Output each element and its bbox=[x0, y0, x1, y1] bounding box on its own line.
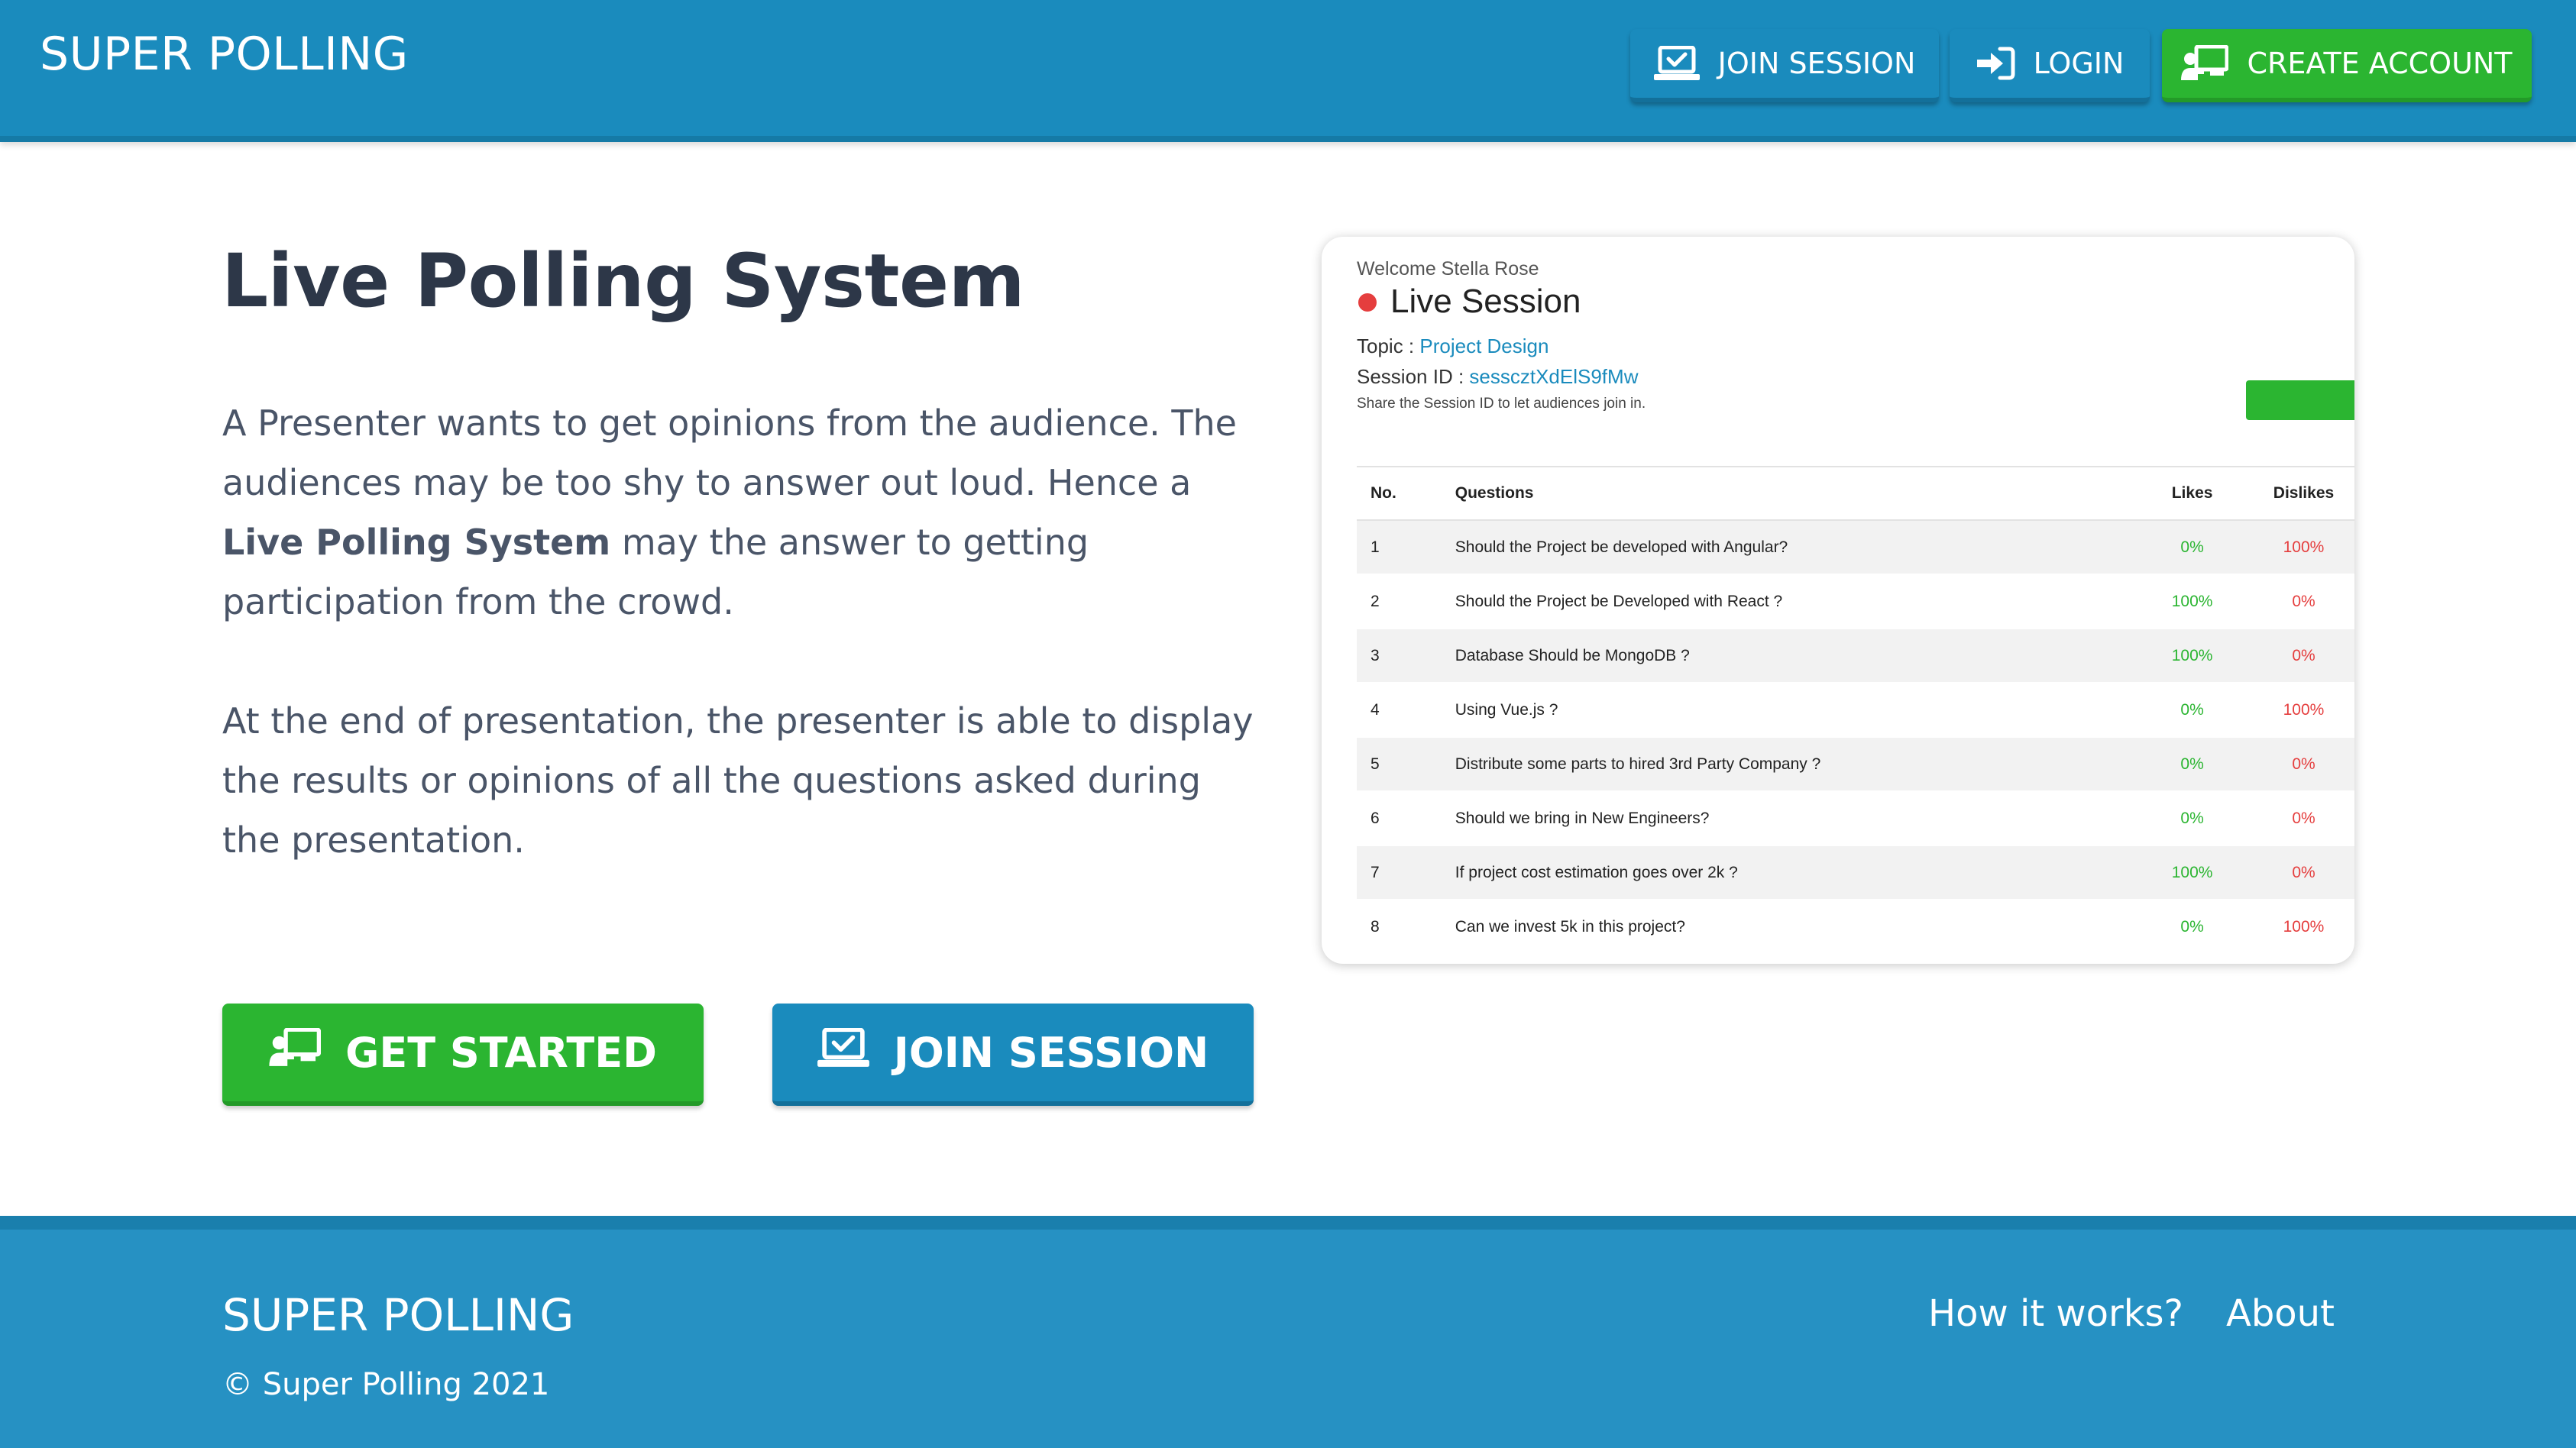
cell-dislikes: 0% bbox=[2241, 791, 2354, 846]
cell-likes: 0% bbox=[2142, 520, 2242, 575]
footer: SUPER POLLING © Super Polling 2021 How i… bbox=[0, 1216, 2576, 1448]
cell-likes: 100% bbox=[2142, 845, 2242, 900]
sign-in-icon bbox=[1976, 47, 2015, 80]
preview-topic-value: Project Design bbox=[1419, 335, 1549, 357]
cell-no: 4 bbox=[1357, 683, 1455, 738]
nav-join-session-label: JOIN SESSION bbox=[1717, 47, 1916, 80]
cell-dislikes: 0% bbox=[2241, 737, 2354, 792]
cell-no: 6 bbox=[1357, 791, 1455, 846]
presenter-board-icon bbox=[269, 1026, 322, 1078]
cell-dislikes: 0% bbox=[2241, 845, 2354, 900]
footer-link-how-it-works[interactable]: How it works? bbox=[1928, 1292, 2183, 1335]
cell-likes: 0% bbox=[2142, 737, 2242, 792]
preview-session-id: Session ID : sesscztXdElS9fMw bbox=[1357, 365, 1638, 389]
cell-no: 1 bbox=[1357, 520, 1455, 575]
laptop-check-icon bbox=[817, 1026, 869, 1078]
cell-likes: 0% bbox=[2142, 791, 2242, 846]
cell-question: Distribute some parts to hired 3rd Party… bbox=[1455, 737, 2143, 792]
table-row: 5 Distribute some parts to hired 3rd Part… bbox=[1357, 737, 2354, 792]
join-session-label: JOIN SESSION bbox=[893, 1028, 1209, 1077]
preview-session-label: Session ID : bbox=[1357, 365, 1464, 388]
column-header-questions: Questions bbox=[1455, 466, 2143, 521]
presenter-board-icon bbox=[2181, 45, 2229, 82]
column-header-dislikes: Dislikes bbox=[2241, 466, 2354, 521]
preview-questions-table: No. Questions Likes Dislikes 1 Should the… bbox=[1357, 466, 2354, 955]
cell-no: 2 bbox=[1357, 574, 1455, 629]
cell-no: 5 bbox=[1357, 737, 1455, 792]
nav-login-label: LOGIN bbox=[2033, 47, 2125, 80]
nav-join-session-button[interactable]: JOIN SESSION bbox=[1630, 29, 1939, 102]
table-row: 7 If project cost estimation goes over 2k… bbox=[1357, 845, 2354, 900]
cell-question: Using Vue.js ? bbox=[1455, 683, 2143, 738]
table-row: 8 Can we invest 5k in this project? 0% 100% bbox=[1357, 900, 2354, 955]
preview-session-value: sesscztXdElS9fMw bbox=[1469, 365, 1639, 388]
get-started-label: GET STARTED bbox=[345, 1028, 657, 1077]
cell-likes: 0% bbox=[2142, 683, 2242, 738]
cell-question: Database Should be MongoDB ? bbox=[1455, 629, 2143, 684]
live-session-preview-image: Welcome Stella Rose Live Session Topic :… bbox=[1322, 237, 2354, 964]
footer-link-about[interactable]: About bbox=[2226, 1292, 2335, 1335]
table-row: 2 Should the Project be Developed with Re… bbox=[1357, 574, 2354, 629]
join-session-button[interactable]: JOIN SESSION bbox=[772, 1004, 1254, 1106]
live-indicator-dot bbox=[1358, 293, 1377, 312]
get-started-button[interactable]: GET STARTED bbox=[222, 1004, 704, 1106]
table-header-row: No. Questions Likes Dislikes bbox=[1357, 466, 2354, 521]
cell-question: Should the Project be Developed with Rea… bbox=[1455, 574, 2143, 629]
table-row: 1 Should the Project be developed with An… bbox=[1357, 520, 2354, 575]
preview-topic: Topic : Project Design bbox=[1357, 335, 1549, 358]
preview-welcome-text: Welcome Stella Rose bbox=[1357, 258, 1539, 280]
table-row: 6 Should we bring in New Engineers? 0% 0% bbox=[1357, 791, 2354, 846]
footer-brand: SUPER POLLING bbox=[222, 1289, 574, 1341]
cell-question: If project cost estimation goes over 2k … bbox=[1455, 845, 2143, 900]
cell-likes: 0% bbox=[2142, 900, 2242, 955]
hero-description-1-start: A Presenter wants to get opinions from t… bbox=[222, 402, 1237, 503]
top-navbar: SUPER POLLING JOIN SESSION LOGIN CREATE … bbox=[0, 0, 2576, 142]
preview-share-note: Share the Session ID to let audiences jo… bbox=[1357, 396, 1646, 412]
cell-no: 7 bbox=[1357, 845, 1455, 900]
hero-description-1: A Presenter wants to get opinions from t… bbox=[222, 393, 1261, 632]
cell-no: 3 bbox=[1357, 629, 1455, 684]
cell-question: Can we invest 5k in this project? bbox=[1455, 900, 2143, 955]
footer-copyright: © Super Polling 2021 bbox=[222, 1367, 550, 1402]
cell-no: 8 bbox=[1357, 900, 1455, 955]
table-row: 4 Using Vue.js ? 0% 100% bbox=[1357, 683, 2354, 738]
brand-logo-text[interactable]: SUPER POLLING bbox=[40, 27, 409, 81]
nav-login-button[interactable]: LOGIN bbox=[1950, 29, 2150, 102]
hero-title: Live Polling System bbox=[222, 238, 1025, 324]
nav-create-account-button[interactable]: CREATE ACCOUNT bbox=[2162, 29, 2532, 102]
cell-dislikes: 0% bbox=[2241, 574, 2354, 629]
cell-dislikes: 100% bbox=[2241, 520, 2354, 575]
cell-question: Should we bring in New Engineers? bbox=[1455, 791, 2143, 846]
nav-create-account-label: CREATE ACCOUNT bbox=[2247, 47, 2513, 80]
cell-dislikes: 0% bbox=[2241, 629, 2354, 684]
column-header-no: No. bbox=[1357, 466, 1455, 521]
hero-description-1-bold: Live Polling System bbox=[222, 522, 611, 563]
cell-question: Should the Project be developed with Ang… bbox=[1455, 520, 2143, 575]
table-row: 3 Database Should be MongoDB ? 100% 0% bbox=[1357, 629, 2354, 684]
laptop-check-icon bbox=[1653, 46, 1700, 81]
hero-description-2: At the end of presentation, the presente… bbox=[222, 700, 1254, 861]
preview-green-button bbox=[2246, 380, 2354, 420]
cell-dislikes: 100% bbox=[2241, 683, 2354, 738]
preview-topic-label: Topic : bbox=[1357, 335, 1415, 357]
cell-dislikes: 100% bbox=[2241, 900, 2354, 955]
preview-live-session-title: Live Session bbox=[1390, 283, 1581, 320]
cell-likes: 100% bbox=[2142, 574, 2242, 629]
cell-likes: 100% bbox=[2142, 629, 2242, 684]
column-header-likes: Likes bbox=[2142, 466, 2242, 521]
